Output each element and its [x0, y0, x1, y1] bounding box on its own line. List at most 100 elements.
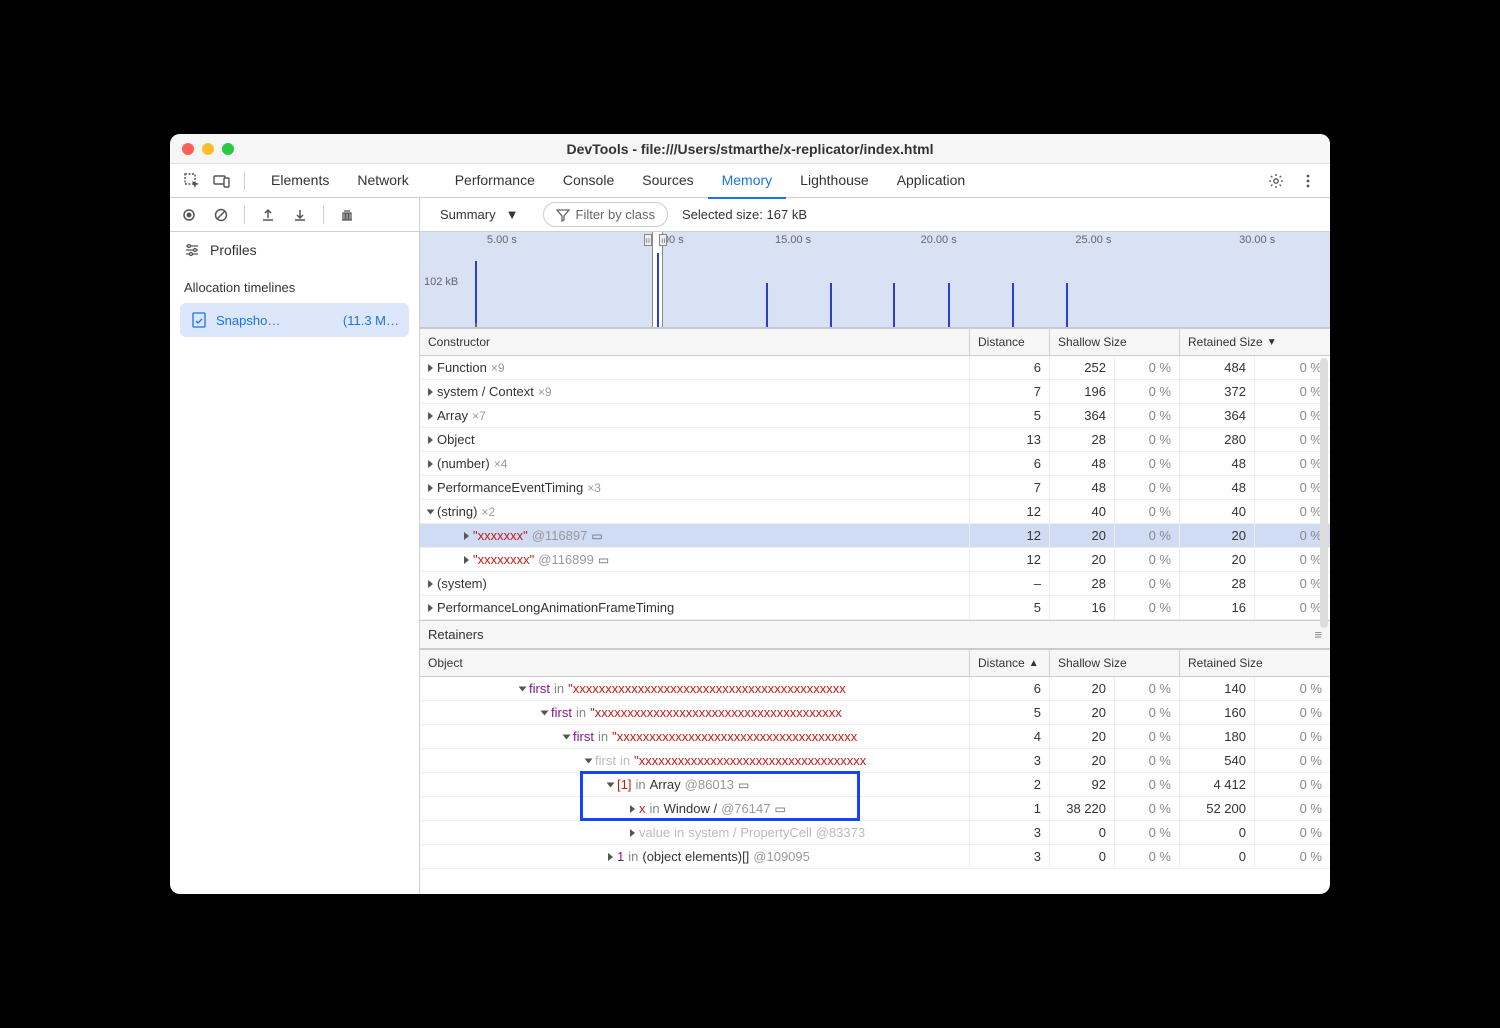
- link-icon[interactable]: ▭: [598, 553, 609, 567]
- more-icon[interactable]: [1294, 167, 1322, 195]
- scrollbar[interactable]: [1320, 358, 1328, 628]
- tab-sources[interactable]: Sources: [628, 163, 707, 198]
- retainers-menu-icon[interactable]: ≡: [1314, 627, 1322, 642]
- record-icon[interactable]: [178, 204, 200, 226]
- expand-icon[interactable]: [630, 829, 635, 837]
- clear-icon[interactable]: [210, 204, 232, 226]
- col-distance[interactable]: Distance▲: [970, 650, 1050, 676]
- tab-elements[interactable]: Elements: [257, 163, 343, 198]
- col-constructor[interactable]: Constructor: [420, 329, 970, 355]
- divider: [323, 206, 324, 224]
- tick-label: 15.00 s: [775, 234, 811, 246]
- constructors-table-body: Function ×962520 %4840 %system / Context…: [420, 356, 1330, 620]
- col-shallow-size[interactable]: Shallow Size: [1050, 650, 1180, 676]
- chevron-down-icon: ▼: [506, 207, 519, 222]
- expand-icon[interactable]: [427, 509, 435, 514]
- tick-label: 25.00 s: [1075, 234, 1111, 246]
- table-row[interactable]: first in "xxxxxxxxxxxxxxxxxxxxxxxxxxxxxx…: [420, 749, 1330, 773]
- link-icon[interactable]: ▭: [591, 529, 602, 543]
- table-row[interactable]: 1 in (object elements)[] @109095300 %00 …: [420, 845, 1330, 869]
- devtools-window: DevTools - file:///Users/stmarthe/x-repl…: [170, 134, 1330, 894]
- divider: [244, 206, 245, 224]
- col-object[interactable]: Object: [420, 650, 970, 676]
- expand-icon[interactable]: [541, 710, 549, 715]
- table-row[interactable]: system / Context ×971960 %3720 %: [420, 380, 1330, 404]
- col-retained-size[interactable]: Retained Size: [1180, 650, 1330, 676]
- table-row[interactable]: first in "xxxxxxxxxxxxxxxxxxxxxxxxxxxxxx…: [420, 677, 1330, 701]
- tick-label: 5.00 s: [487, 234, 517, 246]
- expand-icon[interactable]: [519, 686, 527, 691]
- tab-console[interactable]: Console: [549, 163, 628, 198]
- table-row[interactable]: Function ×962520 %4840 %: [420, 356, 1330, 380]
- expand-icon[interactable]: [585, 758, 593, 763]
- main-tabs-bar: Elements Network Performance Console Sou…: [170, 164, 1330, 198]
- expand-icon[interactable]: [563, 734, 571, 739]
- expand-icon[interactable]: [428, 412, 433, 420]
- table-row[interactable]: first in "xxxxxxxxxxxxxxxxxxxxxxxxxxxxxx…: [420, 725, 1330, 749]
- table-row[interactable]: x in Window / @76147 ▭138 2200 %52 2000 …: [420, 797, 1330, 821]
- tab-memory[interactable]: Memory: [708, 163, 787, 199]
- tab-application[interactable]: Application: [883, 163, 980, 198]
- collect-garbage-icon[interactable]: [336, 204, 358, 226]
- expand-icon[interactable]: [428, 388, 433, 396]
- selection-handle-right[interactable]: ıı: [659, 234, 667, 246]
- sliders-icon: [184, 242, 200, 258]
- expand-icon[interactable]: [630, 805, 635, 813]
- expand-icon[interactable]: [464, 532, 469, 540]
- download-icon[interactable]: [289, 204, 311, 226]
- view-dropdown[interactable]: Summary ▼: [430, 203, 529, 226]
- expand-icon[interactable]: [428, 580, 433, 588]
- snapshot-icon: [190, 311, 208, 329]
- sort-asc-icon: ▲: [1029, 658, 1039, 669]
- profiles-header[interactable]: Profiles: [170, 232, 419, 268]
- expand-icon[interactable]: [428, 364, 433, 372]
- table-row[interactable]: [1] in Array @86013 ▭2920 %4 4120 %: [420, 773, 1330, 797]
- table-row[interactable]: (number) ×46480 %480 %: [420, 452, 1330, 476]
- table-row[interactable]: Array ×753640 %3640 %: [420, 404, 1330, 428]
- content: Summary ▼ Filter by class Selected size:…: [420, 198, 1330, 894]
- col-retained-size[interactable]: Retained Size▼: [1180, 329, 1330, 355]
- allocation-timeline[interactable]: 5.00 s 10.00 s 15.00 s 20.00 s 25.00 s 3…: [420, 232, 1330, 328]
- snapshot-name: Snapsho…: [216, 313, 280, 328]
- retainers-table-body: first in "xxxxxxxxxxxxxxxxxxxxxxxxxxxxxx…: [420, 677, 1330, 869]
- tick-label: 20.00 s: [921, 234, 957, 246]
- table-row[interactable]: "xxxxxxxx" @116899 ▭12200 %200 %: [420, 548, 1330, 572]
- expand-icon[interactable]: [607, 782, 615, 787]
- table-row[interactable]: Object13280 %2800 %: [420, 428, 1330, 452]
- window-title: DevTools - file:///Users/stmarthe/x-repl…: [170, 141, 1330, 157]
- expand-icon[interactable]: [428, 604, 433, 612]
- table-row[interactable]: (system)–280 %280 %: [420, 572, 1330, 596]
- tab-lighthouse[interactable]: Lighthouse: [786, 163, 883, 198]
- table-row[interactable]: first in "xxxxxxxxxxxxxxxxxxxxxxxxxxxxxx…: [420, 701, 1330, 725]
- link-icon[interactable]: ▭: [774, 802, 785, 816]
- inspect-element-icon[interactable]: [178, 167, 206, 195]
- upload-icon[interactable]: [257, 204, 279, 226]
- y-axis-label: 102 kB: [424, 276, 458, 288]
- table-row[interactable]: (string) ×212400 %400 %: [420, 500, 1330, 524]
- expand-icon[interactable]: [428, 460, 433, 468]
- snapshot-size: (11.3 M…: [343, 313, 399, 328]
- filter-input[interactable]: Filter by class: [543, 202, 668, 227]
- tab-performance[interactable]: Performance: [441, 163, 549, 198]
- link-icon[interactable]: ▭: [738, 778, 749, 792]
- table-row[interactable]: PerformanceEventTiming ×37480 %480 %: [420, 476, 1330, 500]
- expand-icon[interactable]: [428, 484, 433, 492]
- retainers-section-header: Retainers ≡: [420, 620, 1330, 649]
- selection-handle-left[interactable]: ıı: [644, 234, 652, 246]
- device-toolbar-icon[interactable]: [208, 167, 236, 195]
- snapshot-item[interactable]: Snapsho… (11.3 M…: [180, 303, 409, 337]
- table-row[interactable]: value in system / PropertyCell @83373300…: [420, 821, 1330, 845]
- table-row[interactable]: "xxxxxxx" @116897 ▭12200 %200 %: [420, 524, 1330, 548]
- retainers-header-row: Object Distance▲ Shallow Size Retained S…: [420, 649, 1330, 677]
- settings-icon[interactable]: [1262, 167, 1290, 195]
- tab-network[interactable]: Network: [343, 163, 422, 198]
- category-label: Allocation timelines: [170, 268, 419, 303]
- expand-icon[interactable]: [608, 853, 613, 861]
- expand-icon[interactable]: [428, 436, 433, 444]
- col-distance[interactable]: Distance: [970, 329, 1050, 355]
- tick-label: 30.00 s: [1239, 234, 1275, 246]
- col-shallow-size[interactable]: Shallow Size: [1050, 329, 1180, 355]
- expand-icon[interactable]: [464, 556, 469, 564]
- table-row[interactable]: PerformanceLongAnimationFrameTiming5160 …: [420, 596, 1330, 620]
- sidebar: Profiles Allocation timelines Snapsho… (…: [170, 198, 420, 894]
